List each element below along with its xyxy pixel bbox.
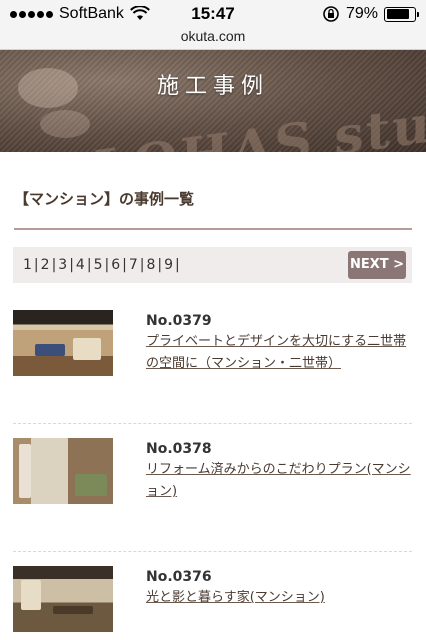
hero-photo-detail [40, 110, 90, 138]
rotation-lock-icon [323, 6, 339, 22]
case-title-link[interactable]: プライベートとデザインを大切にする二世帯の空間に（マンション・二世帯） [146, 331, 412, 375]
page-link-8[interactable]: 8 [146, 257, 155, 273]
page-separator: | [51, 257, 57, 273]
page-link-4[interactable]: 4 [76, 257, 85, 273]
status-bar: SoftBank 15:47 79% [0, 0, 426, 28]
status-right: 79% [322, 5, 419, 23]
case-thumbnail[interactable] [13, 438, 113, 504]
address-bar[interactable]: okuta.com [0, 28, 426, 50]
page-separator: | [69, 257, 74, 273]
hero-banner: LOHAS studio 施工事例 [0, 50, 426, 152]
case-number: No.0378 [146, 441, 212, 457]
case-number: No.0379 [146, 313, 212, 329]
case-title-link[interactable]: リフォーム済みからのこだわりプラン(マンション) [146, 459, 412, 503]
battery-percent: 79% [345, 5, 378, 22]
page-links: 1 | 2 | 3 | 4 | 5 | 6 | 7 | 8 | 9 | [23, 257, 182, 273]
page-separator: | [33, 257, 39, 273]
pagination: 1 | 2 | 3 | 4 | 5 | 6 | 7 | 8 | 9 | NEXT > [13, 247, 412, 283]
page-link-6[interactable]: 6 [111, 257, 120, 273]
page-separator: | [175, 257, 180, 273]
page-separator: | [104, 257, 110, 273]
section-divider [14, 228, 412, 230]
battery-icon [384, 6, 419, 22]
page-link-5[interactable]: 5 [94, 257, 103, 273]
page-separator: | [122, 257, 127, 273]
case-number: No.0376 [146, 569, 212, 585]
page-link-2[interactable]: 2 [41, 257, 50, 273]
page-link-9[interactable]: 9 [164, 257, 173, 273]
list-divider [13, 551, 412, 552]
case-thumbnail[interactable] [13, 566, 113, 632]
url-text: okuta.com [180, 28, 246, 44]
case-thumbnail[interactable] [13, 310, 113, 376]
page-link-1[interactable]: 1 [23, 257, 32, 273]
next-page-button[interactable]: NEXT > [348, 251, 406, 279]
list-divider [13, 423, 412, 424]
page-title: 施工事例 [156, 74, 269, 99]
section-title: 【マンション】の事例一覧 [14, 190, 195, 208]
page-separator: | [139, 257, 145, 273]
page-link-3[interactable]: 3 [58, 257, 67, 273]
page-link-7[interactable]: 7 [129, 257, 138, 273]
case-title-link[interactable]: 光と影と暮らす家(マンション) [146, 587, 412, 609]
page-separator: | [86, 257, 92, 273]
page-separator: | [157, 257, 163, 273]
